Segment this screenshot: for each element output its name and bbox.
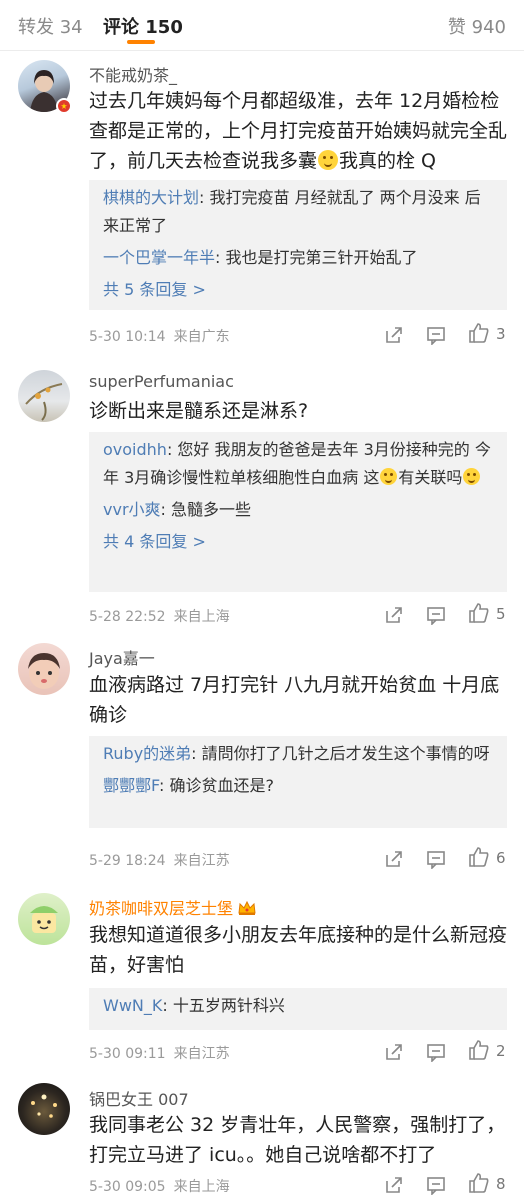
like-count: 8 — [496, 1175, 506, 1193]
reply-author: Ruby的迷弟 — [103, 744, 192, 763]
reply-item[interactable]: vvr小爽: 急髓多一些 — [103, 496, 493, 524]
more-replies-link[interactable]: 共 5 条回复 > — [103, 276, 493, 304]
reply-box[interactable]: Ruby的迷弟: 請問你打了几针之后才发生这个事情的呀 酆酆酆F: 确诊贫血还是… — [89, 736, 507, 828]
like-count: 2 — [496, 1042, 506, 1060]
comment-username[interactable]: 不能戒奶茶_ — [89, 62, 177, 86]
comment-time: 5-30 10:14 — [89, 329, 166, 345]
avatar-child-icon — [28, 653, 60, 689]
comment-icon[interactable] — [426, 325, 446, 345]
like-icon[interactable] — [468, 846, 490, 868]
comment-time: 5-30 09:11 — [89, 1046, 166, 1062]
share-icon[interactable] — [384, 1042, 404, 1062]
comment-username[interactable]: superPerfumaniac — [89, 372, 234, 391]
share-icon[interactable] — [384, 1175, 404, 1195]
reply-box[interactable]: WwN_K: 十五岁两针科兴 — [89, 988, 507, 1030]
like-icon[interactable] — [468, 1039, 490, 1061]
comment-text: 过去几年姨妈每个月都超级准，去年 12月婚检检查都是正常的，上个月打完疫苗开始姨… — [89, 90, 508, 172]
comment-text: 我同事老公 32 岁青壮年，人民警察，强制打了，打完立马进了 icu。。她自己说… — [89, 1114, 506, 1166]
share-icon[interactable] — [384, 325, 404, 345]
comment-meta: 5-30 10:14 来自广东 — [89, 326, 230, 346]
avatar[interactable] — [18, 370, 70, 422]
reply-item[interactable]: 酆酆酆F: 确诊贫血还是? — [103, 772, 493, 800]
like-icon[interactable] — [468, 322, 490, 344]
reply-box[interactable]: 棋棋的大计划: 我打完疫苗 月经就乱了 两个月没来 后来正常了 一个巴掌一年半:… — [89, 180, 507, 310]
avatar-flower-icon — [25, 383, 63, 421]
like-count: 3 — [496, 325, 506, 343]
reply-item[interactable]: ovoidhh: 您好 我朋友的爸爸是去年 3月份接种完的 今年 3月确诊慢性粒… — [103, 436, 493, 492]
comment-icon[interactable] — [426, 1175, 446, 1195]
share-icon[interactable] — [384, 849, 404, 869]
smiley-emoji — [380, 468, 398, 485]
reply-box[interactable]: ovoidhh: 您好 我朋友的爸爸是去年 3月份接种完的 今年 3月确诊慢性粒… — [89, 432, 507, 592]
verified-badge-icon — [56, 98, 72, 114]
avatar[interactable] — [18, 1083, 70, 1135]
comment-icon[interactable] — [426, 605, 446, 625]
like-icon[interactable] — [468, 1172, 490, 1194]
reply-author: 一个巴掌一年半 — [103, 248, 216, 267]
avatar[interactable] — [18, 643, 70, 695]
comment-time: 5-29 18:24 — [89, 853, 166, 869]
comment-meta: 5-29 18:24 来自江苏 — [89, 850, 230, 870]
reply-author: 棋棋的大计划 — [103, 188, 200, 207]
reply-item[interactable]: 棋棋的大计划: 我打完疫苗 月经就乱了 两个月没来 后来正常了 — [103, 184, 493, 240]
avatar-lights-icon — [31, 1094, 57, 1118]
comment-time: 5-28 22:52 — [89, 609, 166, 625]
comment-text: 诊断出来是髓系还是淋系? — [89, 400, 309, 422]
comment-username[interactable]: 锅巴女王 007 — [89, 1086, 189, 1110]
reply-author: ovoidhh — [103, 440, 167, 459]
reply-author: vvr小爽 — [103, 500, 161, 519]
comment-icon[interactable] — [426, 849, 446, 869]
like-count: 6 — [496, 849, 506, 867]
comment-icon[interactable] — [426, 1042, 446, 1062]
comment-text: 血液病路过 7月打完针 八九月就开始贫血 十月底确诊 — [89, 674, 500, 726]
reply-author: 酆酆酆F — [103, 776, 159, 795]
comment-meta: 5-30 09:05 来自上海 — [89, 1176, 230, 1196]
reply-item[interactable]: WwN_K: 十五岁两针科兴 — [103, 992, 493, 1020]
comment-location: 来自江苏 — [173, 1046, 230, 1062]
like-count: 5 — [496, 605, 506, 623]
comment-username[interactable]: Jaya嘉一 — [89, 645, 155, 669]
comment-location: 来自江苏 — [173, 853, 230, 869]
avatar[interactable] — [18, 893, 70, 945]
comment-meta: 5-28 22:52 来自上海 — [89, 606, 230, 626]
comment-time: 5-30 09:05 — [89, 1179, 166, 1195]
reply-item[interactable]: Ruby的迷弟: 請問你打了几针之后才发生这个事情的呀 — [103, 740, 493, 768]
comment-item: 不能戒奶茶_ 过去几年姨妈每个月都超级准，去年 12月婚检检查都是正常的，上个月… — [0, 0, 524, 360]
comment-location: 来自广东 — [173, 329, 230, 345]
comment-location: 来自上海 — [173, 1179, 230, 1195]
reply-item[interactable]: 一个巴掌一年半: 我也是打完第三针开始乱了 — [103, 244, 493, 272]
reply-author: WwN_K — [103, 996, 163, 1015]
smiley-emoji — [463, 468, 481, 485]
crown-icon — [238, 900, 256, 915]
comment-location: 来自上海 — [173, 609, 230, 625]
comment-text: 我想知道道很多小朋友去年底接种的是什么新冠疫苗，好害怕 — [89, 924, 508, 976]
comment-username[interactable]: 奶茶咖啡双层芝士堡 — [89, 895, 257, 919]
smiley-emoji — [318, 150, 339, 170]
share-icon[interactable] — [384, 605, 404, 625]
like-icon[interactable] — [468, 602, 490, 624]
more-replies-link[interactable]: 共 4 条回复 > — [103, 528, 493, 556]
avatar-cartoon-icon — [30, 906, 58, 933]
comment-meta: 5-30 09:11 来自江苏 — [89, 1043, 230, 1063]
